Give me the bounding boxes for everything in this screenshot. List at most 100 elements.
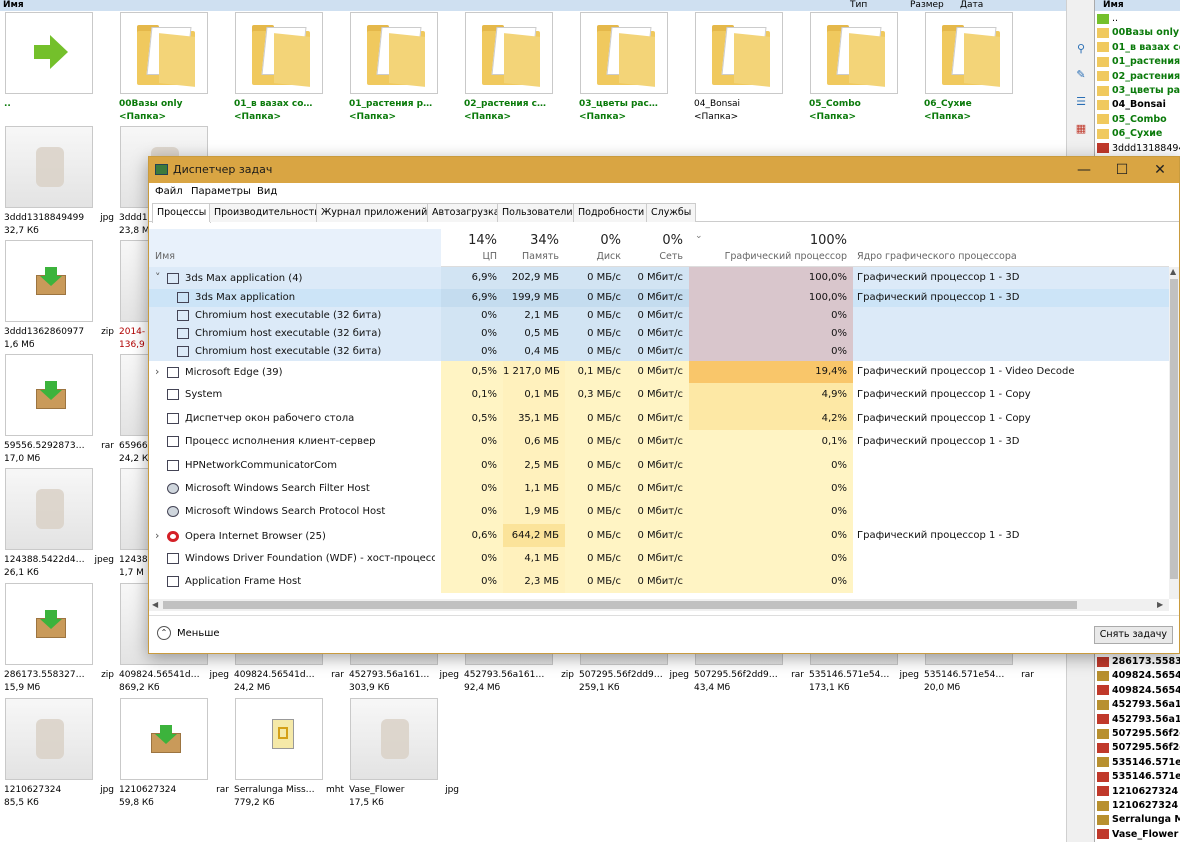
right-list-item[interactable]: 507295.56f2dd: [1097, 741, 1180, 755]
search-icon[interactable]: ⚲: [1074, 42, 1088, 56]
process-row[interactable]: 6,9% 202,9 МБ 0 МБ/с 0 Мбит/с 100,0% ˅ 3ds Max…: [149, 267, 1169, 289]
header-type[interactable]: Тип: [850, 0, 867, 11]
header-date[interactable]: Дата: [960, 0, 983, 11]
end-task-button[interactable]: Снять задачу: [1093, 626, 1173, 644]
tab-details[interactable]: Подробности: [573, 203, 650, 222]
file-size: 15,9 Мб: [4, 683, 41, 693]
chevron-right-icon[interactable]: ›: [155, 524, 167, 547]
cell-disk: 0 МБ/с: [565, 524, 627, 547]
process-name: HPNetworkCommunicatorCom: [155, 454, 435, 477]
gpu-engine: Графический процессор 1 - Copy: [857, 413, 1031, 424]
process-row[interactable]: 6,9% 199,9 МБ 0 МБ/с 0 Мбит/с 100,0% 3ds Max …: [149, 289, 1169, 307]
file-name: 409824.56541d6b...: [119, 670, 203, 680]
col-name[interactable]: Имя: [155, 251, 175, 262]
file-icon: [1097, 656, 1109, 667]
pdf-icon[interactable]: ▦: [1074, 122, 1088, 136]
right-list-item[interactable]: Serralunga Mis: [1097, 813, 1180, 827]
menu-view[interactable]: Вид: [257, 183, 277, 201]
right-list-item[interactable]: 409824.56541d: [1097, 684, 1180, 698]
right-list-item[interactable]: 00Вазы only: [1097, 26, 1180, 40]
col-gpu[interactable]: Графический процессор: [689, 251, 847, 262]
chevron-down-icon[interactable]: ˅: [155, 267, 167, 289]
file-name: 452793.56a1612...: [349, 670, 433, 680]
right-list-item[interactable]: 06_Сухие: [1097, 127, 1180, 141]
file-size: 1,6 Мб: [4, 340, 35, 350]
col-network[interactable]: Сеть: [627, 251, 683, 262]
process-row[interactable]: 0,6% 644,2 МБ 0 МБ/с 0 Мбит/с 0% › Opera Inter…: [149, 524, 1169, 547]
tab-users[interactable]: Пользователи: [497, 203, 578, 222]
right-list-item[interactable]: 02_растения с: [1097, 70, 1180, 84]
process-row[interactable]: 0,1% 0,1 МБ 0,3 МБ/с 0 Мбит/с 4,9% System Граф…: [149, 383, 1169, 407]
right-list-item[interactable]: 05_Combo: [1097, 113, 1180, 127]
cell-cpu: 0,1%: [441, 383, 503, 407]
process-row[interactable]: 0,5% 1 217,0 МБ 0,1 МБ/с 0 Мбит/с 19,4% › Micr…: [149, 361, 1169, 383]
tab-performance[interactable]: Производительность: [209, 203, 325, 222]
file-icon: [1097, 814, 1109, 825]
file-extension: jpeg: [669, 670, 689, 680]
process-row[interactable]: 0% 0,5 МБ 0 МБ/с 0 Мбит/с 0% Chromium host ex…: [149, 325, 1169, 343]
right-list-item[interactable]: 286173.558327: [1097, 655, 1180, 669]
process-row[interactable]: 0% 1,1 МБ 0 МБ/с 0 Мбит/с 0% Microsoft Window…: [149, 477, 1169, 500]
process-row[interactable]: 0% 2,5 МБ 0 МБ/с 0 Мбит/с 0% HPNetworkCommuni…: [149, 454, 1169, 477]
process-name: Application Frame Host: [155, 571, 435, 593]
list-icon[interactable]: ☰: [1074, 95, 1088, 109]
right-list-item[interactable]: 452793.56a161: [1097, 698, 1180, 712]
cell-net: 0 Мбит/с: [627, 383, 689, 407]
right-list-item[interactable]: 01_растения р: [1097, 55, 1180, 69]
cell-mem: 0,1 МБ: [503, 383, 565, 407]
right-list-item[interactable]: 507295.56f2dd: [1097, 727, 1180, 741]
file-icon: [1097, 757, 1109, 768]
file-size: <Папка>: [464, 112, 512, 122]
process-row[interactable]: 0% 2,1 МБ 0 МБ/с 0 Мбит/с 0% Chromium host ex…: [149, 307, 1169, 325]
process-row[interactable]: 0% 2,3 МБ 0 МБ/с 0 Мбит/с 0% Application Fram…: [149, 571, 1169, 593]
process-row[interactable]: 0% 0,4 МБ 0 МБ/с 0 Мбит/с 0% Chromium host ex…: [149, 343, 1169, 361]
vertical-scrollbar[interactable]: ▲: [1169, 267, 1179, 599]
right-list-item[interactable]: 452793.56a161: [1097, 713, 1180, 727]
cell-mem: 0,6 МБ: [503, 430, 565, 454]
header-name[interactable]: Имя: [3, 0, 24, 11]
minimize-button[interactable]: —: [1065, 157, 1103, 183]
col-gpu-engine[interactable]: Ядро графического процессора: [857, 251, 1017, 262]
fewer-details-button[interactable]: ⌃ Меньше: [157, 626, 220, 642]
tab-startup[interactable]: Автозагрузка: [427, 203, 505, 222]
col-memory[interactable]: Память: [503, 251, 559, 262]
process-row[interactable]: 0% 1,9 МБ 0 МБ/с 0 Мбит/с 0% Microsoft Window…: [149, 500, 1169, 524]
right-list-item[interactable]: 535146.571e54: [1097, 770, 1180, 784]
tab-processes[interactable]: Процессы: [152, 203, 212, 223]
right-list-item[interactable]: 409824.56541d: [1097, 669, 1180, 683]
tab-app-history[interactable]: Журнал приложений: [316, 203, 433, 222]
horizontal-scrollbar[interactable]: ◀ ▶: [149, 599, 1169, 611]
process-row[interactable]: 0,5% 35,1 МБ 0 МБ/с 0 Мбит/с 4,2% Диспетчер о…: [149, 407, 1169, 430]
header-size[interactable]: Размер: [910, 0, 944, 11]
maximize-button[interactable]: ☐: [1103, 157, 1141, 183]
right-list-label: 452793.56a161: [1112, 713, 1180, 725]
close-button[interactable]: ✕: [1141, 157, 1179, 183]
right-list-item[interactable]: 535146.571e54: [1097, 756, 1180, 770]
tab-services[interactable]: Службы: [646, 203, 697, 222]
right-list-label: 04_Bonsai: [1112, 99, 1166, 111]
col-disk[interactable]: Диск: [565, 251, 621, 262]
right-list-item[interactable]: 3ddd13188494: [1097, 142, 1180, 156]
right-list-item[interactable]: 1210627324: [1097, 785, 1180, 799]
right-list-item[interactable]: 1210627324: [1097, 799, 1180, 813]
file-extension: mht: [326, 785, 344, 795]
menu-file[interactable]: Файл: [155, 183, 183, 201]
process-label: Процесс исполнения клиент-сервер: [185, 436, 376, 447]
file-name: 286173.55832793...: [4, 670, 88, 680]
right-list-item[interactable]: ..: [1097, 12, 1180, 26]
file-name: 01_растения растущ...: [349, 99, 433, 109]
process-row[interactable]: 0% 0,6 МБ 0 МБ/с 0 Мбит/с 0,1% Процесс исполн…: [149, 430, 1169, 454]
right-panel-header[interactable]: Имя: [1095, 0, 1180, 11]
edit-icon[interactable]: ✎: [1074, 68, 1088, 82]
right-list-item[interactable]: 04_Bonsai: [1097, 98, 1180, 112]
col-cpu[interactable]: ЦП: [441, 251, 497, 262]
right-list-item[interactable]: Vase_Flower: [1097, 828, 1180, 842]
menu-options[interactable]: Параметры: [191, 183, 251, 201]
right-list-item[interactable]: 03_цветы раст: [1097, 84, 1180, 98]
chevron-right-icon[interactable]: ›: [155, 361, 167, 383]
thumbnail-image: [5, 698, 93, 780]
title-bar[interactable]: Диспетчер задач — ☐ ✕: [149, 157, 1179, 183]
process-name: Диспетчер окон рабочего стола: [155, 407, 435, 430]
process-row[interactable]: 0% 4,1 МБ 0 МБ/с 0 Мбит/с 0% Windows Driver F…: [149, 547, 1169, 571]
right-list-item[interactable]: 01_в вазах со: [1097, 41, 1180, 55]
